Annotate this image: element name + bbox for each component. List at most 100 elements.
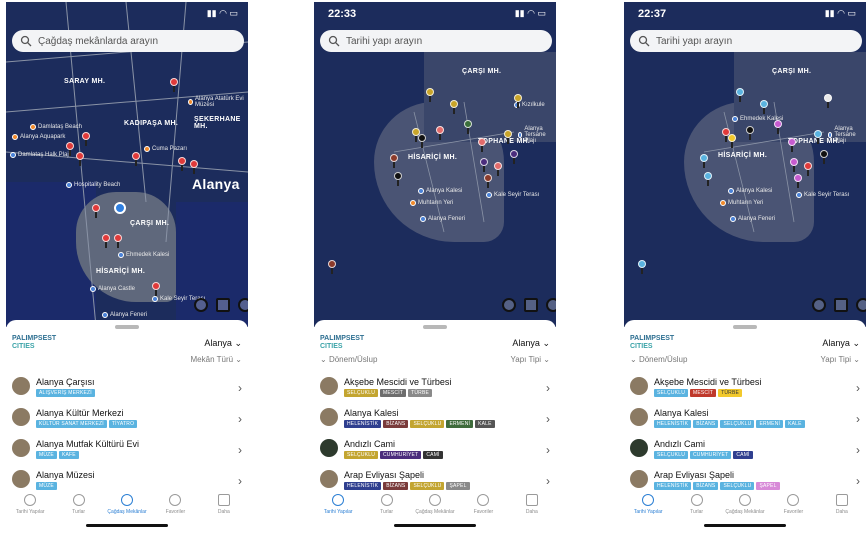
map-pin[interactable] [794,174,802,188]
map-pin[interactable] [436,126,444,140]
map-pin[interactable] [700,154,708,168]
map-view[interactable]: 22:37 ▮▮ ◠ ▭ Tarihi yapı arayın ÇARŞI MH… [624,2,866,327]
map-pin[interactable] [638,260,646,274]
poi-marker[interactable]: Alanya Tersane Plajı [518,126,556,144]
poi-marker[interactable]: Alanya Aquapark [12,134,65,140]
map-pin[interactable] [746,126,754,140]
map-pin[interactable] [178,157,186,171]
locate-icon[interactable] [546,298,556,312]
poi-marker[interactable]: Alanya Feneri [730,216,775,222]
map-pin[interactable] [814,130,822,144]
grid-icon[interactable] [216,298,230,312]
poi-marker[interactable]: Alanya Tersane Plajı [828,126,866,144]
filter-type[interactable]: Yapı Tipi ⌄ [821,355,860,364]
globe-icon[interactable] [812,298,826,312]
poi-marker[interactable]: Alanya Castle [90,286,135,292]
map-pin[interactable] [788,138,796,152]
tab-contemporary[interactable]: Çağdaş Mekânlar [103,491,151,521]
map-pin[interactable] [76,152,84,166]
search-bar[interactable]: Tarihi yapı arayın [320,30,552,52]
list-item[interactable]: Akşebe Mescidi ve Türbesi SELÇUKLU MESCİT… [630,377,860,407]
search-bar[interactable]: Çağdaş mekânlarda arayın [12,30,244,52]
tab-contemporary[interactable]: Çağdaş Mekânlar [721,491,769,521]
map-pin[interactable] [390,154,398,168]
map-pin[interactable] [774,120,782,134]
map-pin[interactable] [92,204,100,218]
tab-more[interactable]: Daha [508,491,556,521]
map-pin[interactable] [426,88,434,102]
poi-marker[interactable]: Damlataş Beach [30,124,82,130]
map-pin[interactable] [114,234,122,248]
city-selector[interactable]: Alanya ⌄ [204,338,242,349]
list-item[interactable]: Alanya Çarşısı ALIŞVERİŞ MERKEZİ › [12,377,242,407]
poi-marker[interactable]: Damlataş Halk Plajı [10,152,70,158]
map-pin[interactable] [728,134,736,148]
tab-favorites[interactable]: Favoriler [769,491,817,521]
map-pin[interactable] [504,130,512,144]
map-pin[interactable] [704,172,712,186]
map-pin[interactable] [790,158,798,172]
map-pin[interactable] [824,94,832,108]
tab-more[interactable]: Daha [200,491,248,521]
locate-icon[interactable] [856,298,866,312]
map-pin[interactable] [170,78,178,92]
poi-marker[interactable]: Alanya Feneri [420,216,465,222]
tab-routes[interactable]: Turlar [362,491,410,521]
poi-marker[interactable]: Hospitality Beach [66,182,120,188]
tab-historic[interactable]: Tarihi Yapılar [314,491,362,521]
list-item[interactable]: Alanya Kültür Merkezi KÜLTÜR SANAT MERKE… [12,408,242,438]
map-pin[interactable] [152,282,160,296]
map-view[interactable]: ▮▮ ◠ ▭ Çağdaş mekânlarda arayın SARAY MH… [6,2,248,327]
globe-icon[interactable] [194,298,208,312]
tab-historic[interactable]: Tarihi Yapılar [624,491,672,521]
map-pin[interactable] [66,142,74,156]
map-pin[interactable] [760,100,768,114]
filter-period[interactable]: ⌄ Dönem/Üslup [630,355,687,364]
list-item[interactable]: Alanya Mutfak Kültürü Evi MÜZE KAFE › [12,439,242,469]
globe-icon[interactable] [502,298,516,312]
map-pin[interactable] [132,152,140,166]
tab-contemporary[interactable]: Çağdaş Mekânlar [411,491,459,521]
poi-marker[interactable]: Ehmedek Kalesi [118,252,169,258]
poi-marker[interactable]: Muhtarın Yeri [720,200,763,206]
list-item[interactable]: Andızlı Cami SELÇUKLU CUMHURİYET CAMİ › [320,439,550,469]
tab-historic[interactable]: Tarihi Yapılar [6,491,54,521]
map-pin[interactable] [102,234,110,248]
map-pin[interactable] [464,120,472,134]
grid-icon[interactable] [834,298,848,312]
tab-more[interactable]: Daha [818,491,866,521]
list-item[interactable]: Akşebe Mescidi ve Türbesi SELÇUKLU MESCİT… [320,377,550,407]
map-pin[interactable] [450,100,458,114]
city-selector[interactable]: Alanya ⌄ [822,338,860,349]
sheet-grabber[interactable] [423,325,447,329]
map-pin[interactable] [736,88,744,102]
map-pin[interactable] [514,94,522,108]
poi-marker[interactable]: Cuma Pazarı [144,146,187,152]
map-pin[interactable] [494,162,502,176]
tab-routes[interactable]: Turlar [54,491,102,521]
poi-marker[interactable]: Kale Seyir Terası [796,192,849,198]
tab-favorites[interactable]: Favoriler [459,491,507,521]
poi-marker[interactable]: Alanya Atatürk Evi Müzesi [188,96,248,108]
map-pin[interactable] [510,150,518,164]
locate-icon[interactable] [238,298,248,312]
filter-type[interactable]: Yapı Tipi ⌄ [511,355,550,364]
map-pin[interactable] [484,174,492,188]
sheet-grabber[interactable] [733,325,757,329]
poi-marker[interactable]: Muhtarın Yeri [410,200,453,206]
grid-icon[interactable] [524,298,538,312]
list-item[interactable]: Alanya Kalesi HELENİSTİK BİZANS SELÇUKLU ER… [320,408,550,438]
map-pin[interactable] [478,138,486,152]
map-pin[interactable] [820,150,828,164]
list-item[interactable]: Andızlı Cami SELÇUKLU CUMHURİYET CAMİ › [630,439,860,469]
map-pin[interactable] [328,260,336,274]
tab-favorites[interactable]: Favoriler [151,491,199,521]
city-selector[interactable]: Alanya ⌄ [512,338,550,349]
poi-marker[interactable]: Alanya Feneri [102,312,147,318]
map-pin[interactable] [394,172,402,186]
tab-routes[interactable]: Turlar [672,491,720,521]
poi-marker[interactable]: Alanya Kalesi [418,188,462,194]
map-pin[interactable] [82,132,90,146]
map-view[interactable]: 22:33 ▮▮ ◠ ▭ Tarihi yapı arayın ÇARŞI MH… [314,2,556,327]
map-pin[interactable] [804,162,812,176]
